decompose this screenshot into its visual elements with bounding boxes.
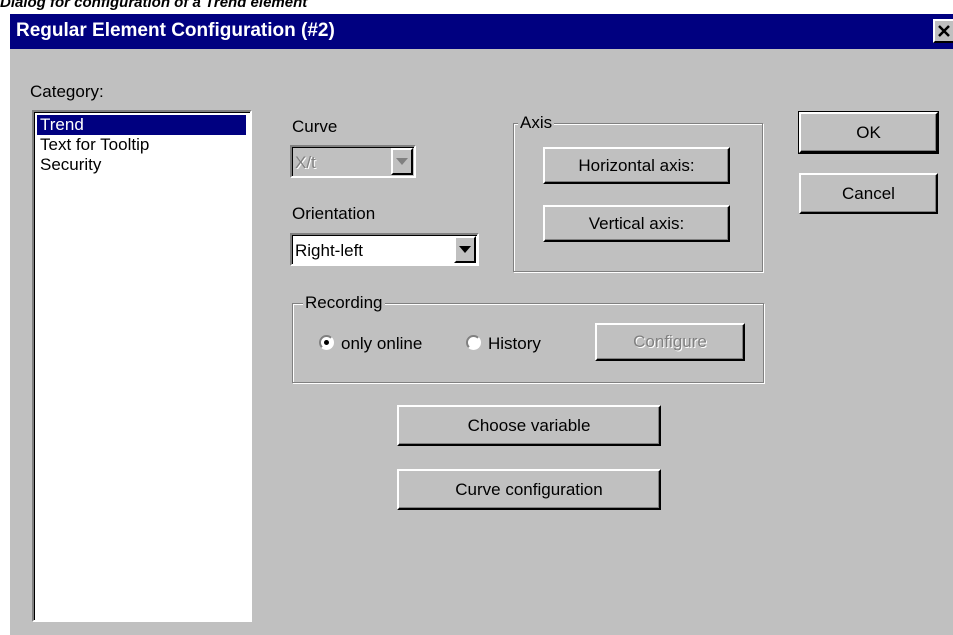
choose-variable-button[interactable]: Choose variable	[397, 405, 661, 446]
axis-groupbox: Axis	[513, 113, 763, 272]
radio-selected-dot	[324, 340, 329, 345]
curve-combo[interactable]: X/t	[290, 145, 416, 178]
history-radio[interactable]	[466, 335, 481, 350]
ok-button[interactable]: OK	[798, 111, 939, 154]
history-label[interactable]: History	[488, 334, 541, 354]
chevron-down-icon	[459, 246, 471, 253]
window-title: Regular Element Configuration (#2)	[16, 20, 335, 41]
close-icon	[938, 25, 950, 37]
curve-label: Curve	[292, 117, 338, 136]
chevron-down-icon	[396, 158, 408, 165]
axis-group-label: Axis	[518, 113, 555, 133]
orientation-label: Orientation	[292, 204, 376, 223]
category-item-trend[interactable]: Trend	[37, 115, 246, 135]
close-button[interactable]	[933, 19, 953, 43]
category-item-text-for-tooltip[interactable]: Text for Tooltip	[37, 135, 246, 155]
vertical-axis-button[interactable]: Vertical axis:	[543, 205, 730, 242]
only-online-label[interactable]: only online	[341, 334, 422, 354]
curve-value: X/t	[295, 153, 316, 172]
horizontal-axis-button[interactable]: Horizontal axis:	[543, 147, 730, 184]
configuration-dialog: Regular Element Configuration (#2) Categ…	[8, 12, 953, 635]
cancel-button[interactable]: Cancel	[799, 173, 938, 214]
orientation-dropdown-button[interactable]	[454, 236, 476, 263]
orientation-combo[interactable]: Right-left	[290, 233, 479, 266]
only-online-radio[interactable]	[319, 335, 334, 350]
category-listbox[interactable]: Trend Text for Tooltip Security	[32, 110, 252, 622]
category-label: Category:	[30, 82, 104, 101]
curve-configuration-button[interactable]: Curve configuration	[397, 469, 661, 510]
orientation-value: Right-left	[295, 241, 364, 260]
category-item-security[interactable]: Security	[37, 155, 246, 175]
title-bar[interactable]: Regular Element Configuration (#2)	[10, 14, 953, 49]
configure-button[interactable]: Configure	[595, 323, 745, 361]
curve-dropdown-button[interactable]	[391, 148, 413, 175]
recording-group-label: Recording	[303, 293, 385, 313]
